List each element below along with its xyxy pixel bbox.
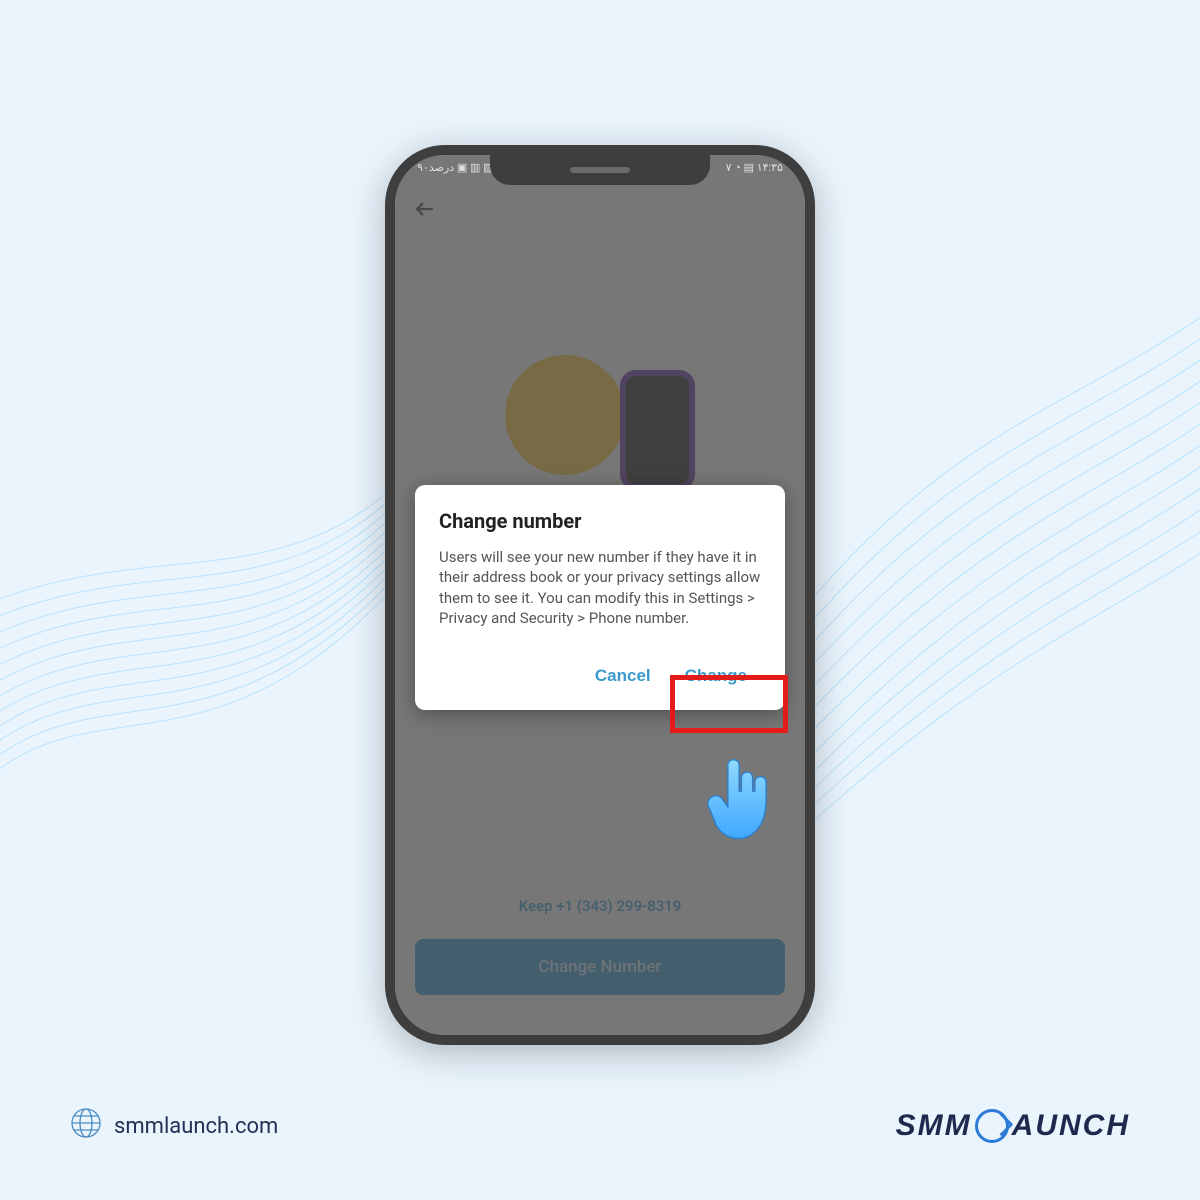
globe-icon bbox=[70, 1107, 102, 1145]
phone-notch bbox=[490, 155, 710, 185]
phone-mockup: ۹۰درصد ▣ ▥ ▧ ◈ ۷ ◔ ▤ ۱۴:۳۵ Keep +1 (343)… bbox=[385, 145, 815, 1045]
pointer-hand-icon bbox=[705, 753, 780, 847]
cancel-button[interactable]: Cancel bbox=[581, 656, 665, 696]
highlight-change-button bbox=[670, 675, 788, 733]
dialog-title: Change number bbox=[439, 509, 761, 533]
status-right: ۷ ◔ ▤ ۱۴:۳۵ bbox=[726, 161, 783, 174]
dialog-body: Users will see your new number if they h… bbox=[439, 547, 761, 628]
brand-ring-icon bbox=[975, 1109, 1009, 1143]
brand-text-left: SMM bbox=[896, 1109, 972, 1143]
footer-url: smmlaunch.com bbox=[114, 1114, 278, 1139]
brand-logo: SMM AUNCH bbox=[896, 1109, 1130, 1143]
brand-text-right: AUNCH bbox=[1012, 1109, 1130, 1143]
footer: smmlaunch.com SMM AUNCH bbox=[0, 1107, 1200, 1145]
